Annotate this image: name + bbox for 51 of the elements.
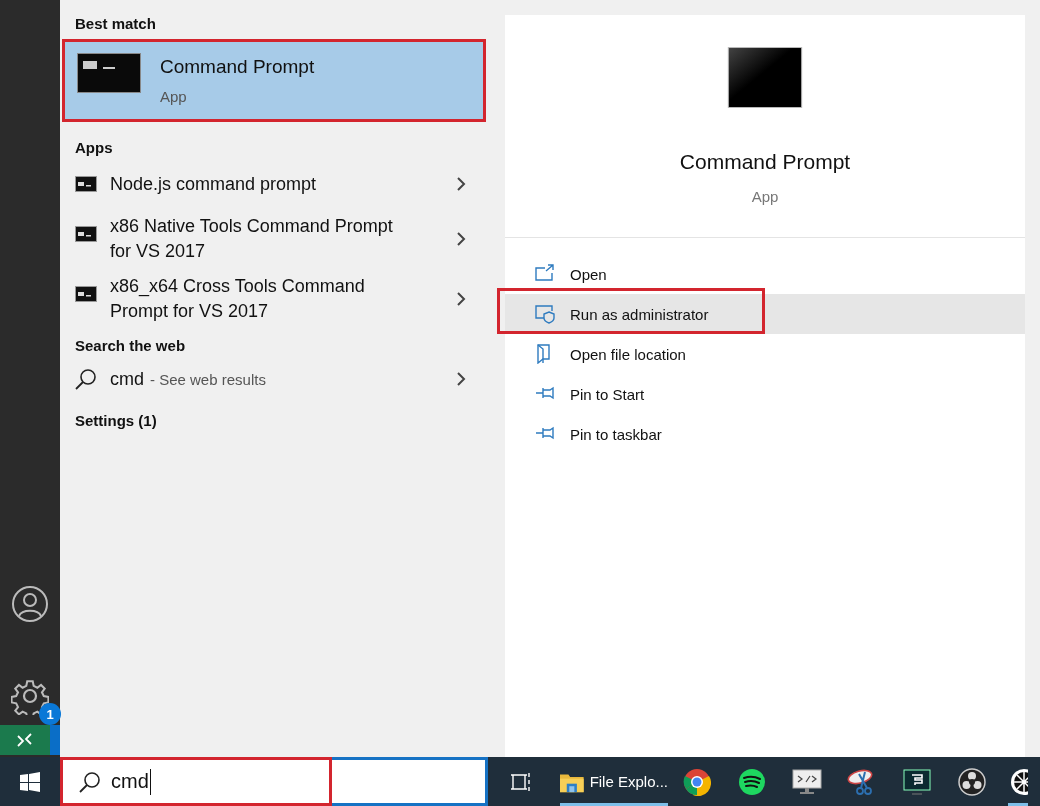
app-name: x86_x64 Cross Tools Command Prompt for VS 2017 bbox=[110, 275, 366, 323]
settings-icon[interactable] bbox=[11, 677, 49, 715]
chevron-icon bbox=[456, 371, 466, 387]
section-heading: Apps bbox=[74, 138, 114, 158]
action-item[interactable]: Open file location bbox=[505, 334, 1025, 374]
app-title: Command Prompt bbox=[679, 150, 851, 174]
action-item[interactable]: Run as administrator bbox=[505, 294, 1025, 334]
obs-icon bbox=[958, 767, 986, 796]
search-hint: - See web results bbox=[150, 370, 266, 388]
terminal-icon bbox=[903, 768, 931, 795]
chevron-icon bbox=[456, 176, 466, 192]
search-icon bbox=[79, 770, 101, 793]
terminal-icon bbox=[75, 226, 97, 242]
app-title: Command Prompt bbox=[160, 56, 315, 78]
taskbar-button[interactable]: File Explo... bbox=[560, 757, 668, 806]
open-window-icon bbox=[535, 264, 555, 284]
wheel-icon bbox=[1008, 767, 1028, 796]
best-match-item[interactable]: Command Prompt App bbox=[62, 39, 486, 122]
app-name: Node.js command prompt bbox=[110, 172, 318, 196]
notification-badge: 1 bbox=[39, 703, 61, 725]
app-type: App bbox=[751, 188, 779, 205]
task-view-icon bbox=[511, 770, 533, 793]
web-result[interactable]: cmd - See web results bbox=[60, 359, 490, 399]
action-item[interactable]: Pin to taskbar bbox=[505, 414, 1025, 454]
section-heading: Search the web bbox=[74, 336, 187, 356]
terminal-window-icon bbox=[726, 47, 804, 108]
chrome-icon bbox=[683, 767, 711, 796]
remote-tile[interactable] bbox=[0, 725, 60, 755]
spotify-icon bbox=[738, 767, 766, 796]
terminal-icon bbox=[75, 286, 97, 302]
app-result[interactable]: x86 Native Tools Command Prompt for VS 2017 bbox=[60, 214, 490, 264]
action-item[interactable]: Pin to Start bbox=[505, 374, 1025, 414]
monitor-icon bbox=[792, 768, 822, 795]
search-query: cmd bbox=[110, 368, 144, 389]
action-item[interactable]: Open bbox=[505, 254, 1025, 294]
search-field[interactable]: cmd bbox=[60, 757, 488, 806]
search-icon bbox=[75, 368, 97, 390]
app-type: App bbox=[160, 88, 188, 105]
terminal-icon bbox=[75, 176, 97, 192]
user-icon[interactable] bbox=[11, 585, 49, 623]
app-result[interactable]: Node.js command prompt bbox=[60, 164, 490, 204]
windows-logo-icon[interactable] bbox=[20, 771, 40, 792]
chevron-icon bbox=[456, 291, 466, 307]
app-name: x86 Native Tools Command Prompt for VS 2017 bbox=[110, 215, 394, 263]
shield-icon bbox=[535, 304, 555, 324]
section-heading[interactable]: Settings (1) bbox=[60, 409, 490, 432]
terminal-icon bbox=[77, 52, 141, 93]
section-heading: Best match bbox=[74, 14, 157, 34]
chevrons-icon bbox=[15, 732, 35, 748]
chevron-icon bbox=[456, 231, 466, 247]
app-result[interactable]: x86_x64 Cross Tools Command Prompt for VS 2017 bbox=[60, 274, 490, 324]
